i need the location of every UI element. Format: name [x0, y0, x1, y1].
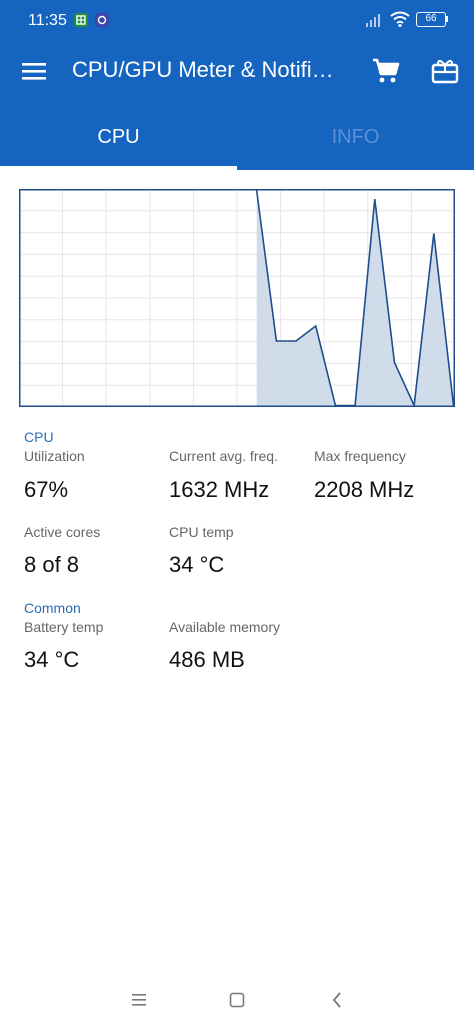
section-common-label: Common	[24, 600, 81, 616]
avg-freq-label: Current avg. freq.	[169, 448, 278, 464]
battery-temp-label: Battery temp	[24, 619, 104, 635]
tab-cpu[interactable]: CPU	[0, 104, 237, 170]
hamburger-menu-icon[interactable]	[17, 54, 51, 88]
tab-bar: CPU INFO	[0, 104, 474, 170]
signal-icon	[366, 13, 384, 32]
cpu-usage-chart	[19, 189, 455, 409]
battery-level: 66	[425, 13, 437, 24]
tab-info[interactable]: INFO	[237, 104, 474, 170]
memory-value: 486 MB	[169, 647, 245, 672]
recents-menu-icon[interactable]	[126, 988, 152, 1012]
utilization-label: Utilization	[24, 448, 85, 464]
utilization-value: 67%	[24, 477, 69, 502]
max-freq-label: Max frequency	[314, 448, 406, 464]
tab-indicator	[0, 166, 237, 170]
cpu-temp-value: 34 °C	[169, 552, 225, 577]
system-nav-bar	[0, 970, 474, 1027]
battery-icon: 66	[416, 12, 446, 27]
battery-tip	[446, 16, 448, 22]
avg-freq-value: 1632 MHz	[169, 477, 270, 502]
active-cores-label: Active cores	[24, 524, 101, 540]
wifi-icon	[390, 11, 410, 32]
battery-temp-value: 34 °C	[24, 647, 80, 672]
section-cpu-label: CPU	[24, 429, 54, 445]
cpu-temp-label: CPU temp	[169, 524, 234, 540]
memory-label: Available memory	[169, 619, 281, 635]
home-square-icon[interactable]	[224, 988, 250, 1012]
app-icon	[95, 13, 109, 27]
back-chevron-icon[interactable]	[324, 988, 350, 1012]
status-time: 11:35	[28, 12, 67, 29]
app-title: CPU/GPU Meter & Notifi…	[72, 57, 334, 82]
active-cores-value: 8 of 8	[24, 552, 80, 577]
sheets-app-icon	[74, 13, 88, 27]
gift-card-icon[interactable]	[428, 54, 462, 88]
max-freq-value: 2208 MHz	[314, 477, 415, 502]
shopping-cart-icon[interactable]	[369, 54, 403, 88]
status-bar: 11:35 66	[0, 0, 474, 38]
app-bar: CPU/GPU Meter & Notifi…	[0, 38, 474, 104]
cpu-usage-chart-svg	[19, 189, 455, 409]
